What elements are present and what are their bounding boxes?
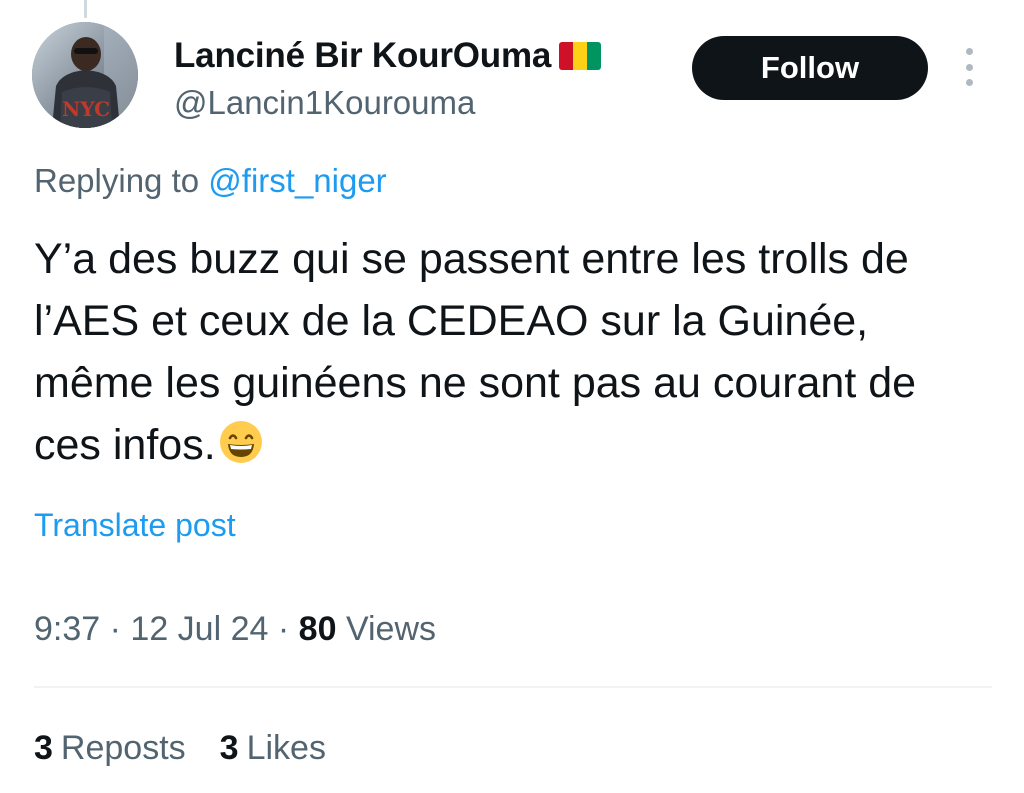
flag-stripe-green: [587, 42, 602, 70]
meta-separator: ·: [109, 610, 121, 648]
author-handle[interactable]: @Lancin1Kourouma: [174, 84, 475, 122]
tweet-date[interactable]: 12 Jul 24: [130, 610, 268, 648]
reposts-count: 3: [34, 729, 53, 767]
avatar-shirt-text: NYC: [62, 97, 110, 121]
views-label: Views: [345, 610, 437, 648]
author-display-name[interactable]: Lanciné Bir KourOuma: [174, 36, 551, 76]
replying-to: Replying to @first_niger: [34, 162, 387, 200]
more-dot: [965, 79, 973, 86]
grinning-face-emoji-icon: [219, 421, 262, 463]
likes-label: Likes: [246, 729, 326, 767]
more-dot: [965, 48, 973, 55]
tweet-body: Y’a des buzz qui se passent entre les tr…: [34, 228, 994, 476]
tweet-text: Y’a des buzz qui se passent entre les tr…: [34, 235, 917, 469]
tweet-time[interactable]: 9:37: [34, 610, 100, 648]
follow-button[interactable]: Follow: [692, 36, 928, 100]
views-count: 80: [298, 610, 337, 648]
reposts-label: Reposts: [60, 729, 186, 767]
reposts-stat[interactable]: 3 Reposts: [34, 729, 186, 768]
divider: [34, 686, 992, 688]
likes-stat[interactable]: 3 Likes: [220, 729, 326, 768]
author-name-row[interactable]: Lanciné Bir KourOuma: [174, 34, 602, 78]
replying-to-label: Replying to: [34, 162, 200, 199]
more-dot: [965, 63, 973, 71]
flag-stripe-yellow: [573, 42, 588, 70]
engagement-stats: 3 Reposts 3 Likes: [34, 729, 326, 768]
reply-mention-link[interactable]: @first_niger: [208, 162, 386, 199]
more-vertical-icon[interactable]: [956, 44, 982, 90]
likes-count: 3: [219, 729, 239, 767]
avatar-photo: NYC: [32, 22, 138, 128]
meta-separator: ·: [277, 610, 290, 648]
thread-connector-line: [84, 0, 87, 18]
flag-stripe-red: [559, 42, 574, 70]
avatar[interactable]: NYC: [32, 22, 138, 128]
translate-post-link[interactable]: Translate post: [34, 507, 236, 544]
guinea-flag-icon: [559, 42, 602, 70]
tweet-metadata: 9:37 · 12 Jul 24 · 80 Views: [34, 610, 436, 649]
